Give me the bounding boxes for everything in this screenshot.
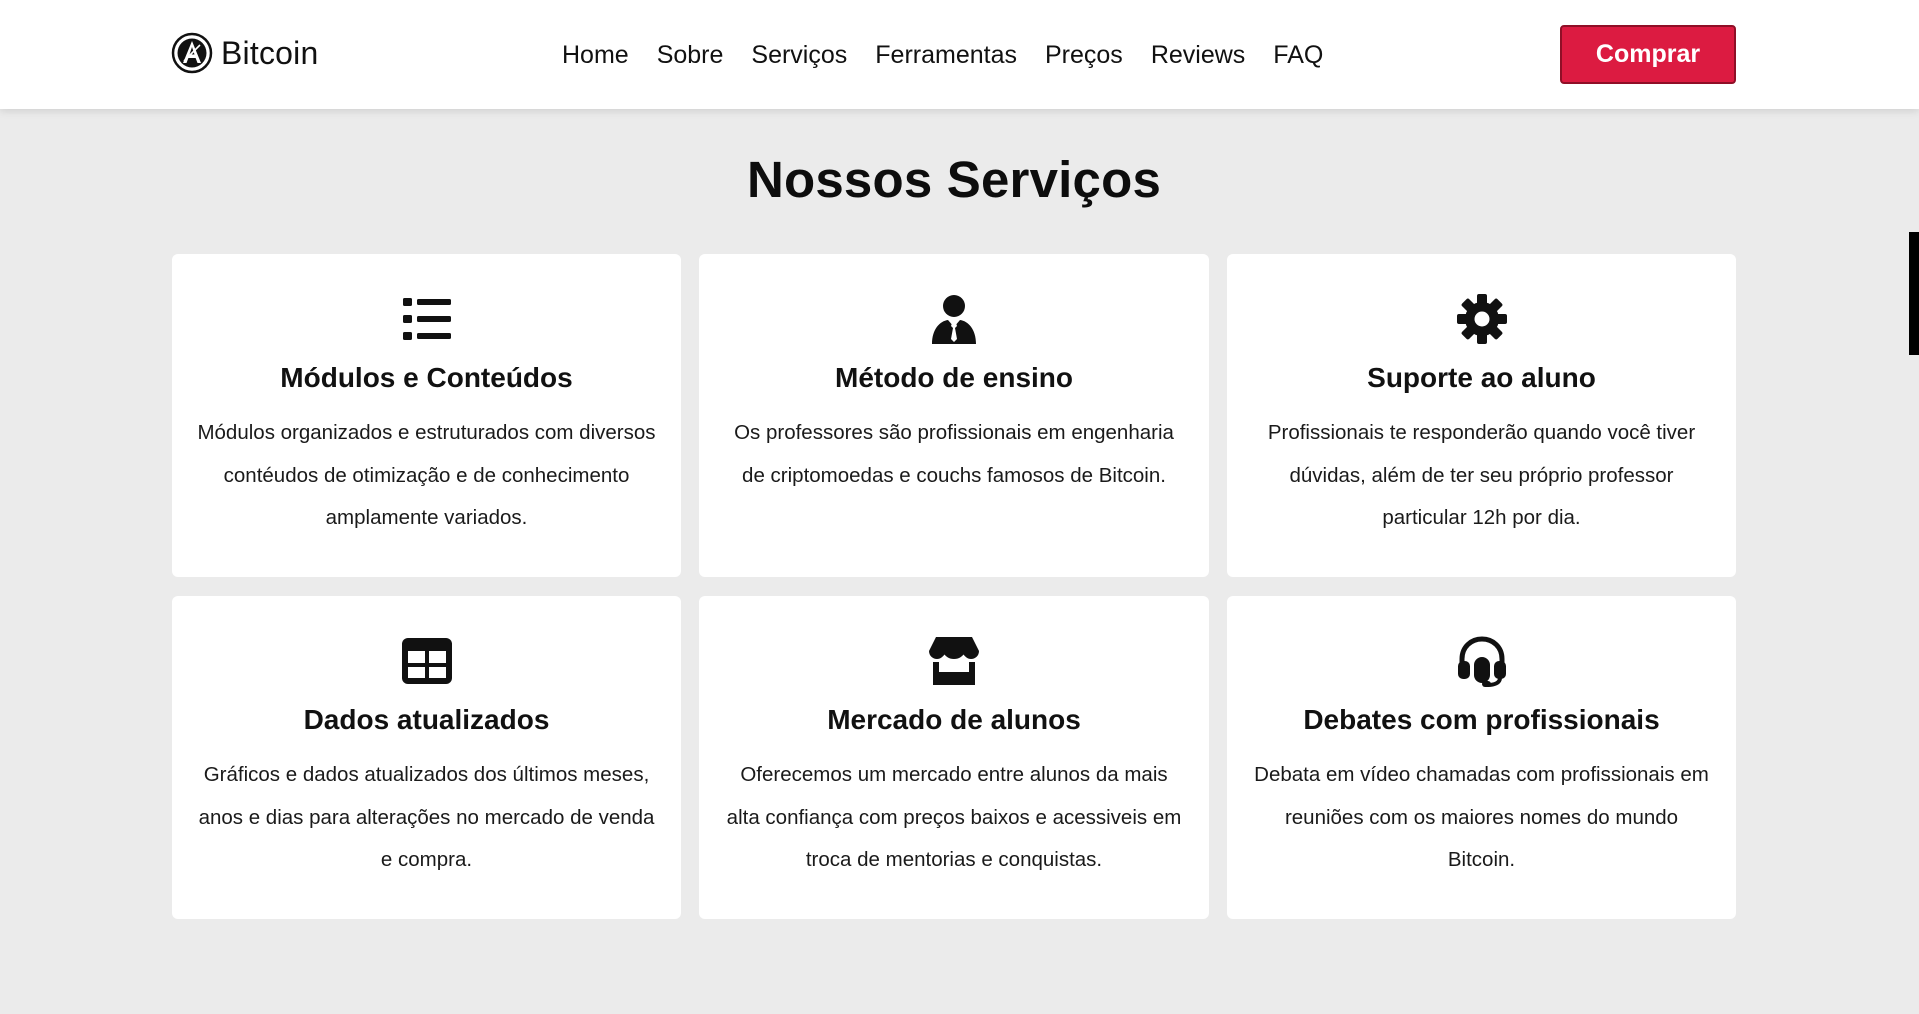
brand-name: Bitcoin (221, 34, 319, 71)
service-card: Dados atualizados Gráficos e dados atual… (172, 596, 681, 919)
service-card-title: Dados atualizados (303, 704, 550, 735)
service-card-text: Profissionais te responderão quando você… (1267, 421, 1696, 529)
store-icon (927, 634, 981, 688)
brand-logo-link[interactable]: Bitcoin (171, 32, 318, 74)
service-card-title: Método de ensino (835, 362, 1073, 393)
nav-link-servicos[interactable]: Serviços (751, 38, 847, 72)
service-card: Mercado de alunos Oferecemos um mercado … (699, 596, 1209, 919)
headset-icon (1455, 634, 1509, 688)
nav-link-ferramentas[interactable]: Ferramentas (875, 38, 1017, 72)
nav-link-home[interactable]: Home (562, 38, 629, 72)
service-card-text: Gráficos e dados atualizados dos últimos… (198, 763, 655, 871)
nav-link-sobre[interactable]: Sobre (657, 38, 724, 72)
service-card-title: Debates com profissionais (1303, 704, 1660, 735)
service-card: Suporte ao aluno Profissionais te respon… (1227, 254, 1736, 577)
main-nav: Home Sobre Serviços Ferramentas Preços R… (562, 38, 1323, 72)
service-card-text: Oferecemos um mercado entre alunos da ma… (726, 763, 1182, 871)
service-card-title: Módulos e Conteúdos (280, 362, 573, 393)
services-grid: Módulos e Conteúdos Módulos organizados … (172, 254, 1736, 919)
nav-link-reviews[interactable]: Reviews (1151, 38, 1245, 72)
list-icon (400, 292, 454, 346)
nav-link-faq[interactable]: FAQ (1273, 38, 1323, 72)
section-title: Nossos Serviços (746, 151, 1162, 208)
service-card-title: Suporte ao aluno (1367, 362, 1596, 393)
user-tie-icon (927, 292, 981, 346)
site-header: Bitcoin Home Sobre Serviços Ferramentas … (0, 0, 1919, 109)
scrollbar-thumb[interactable] (1909, 232, 1919, 355)
service-card-text: Debata em vídeo chamadas com profissiona… (1254, 763, 1709, 871)
service-card-text: Módulos organizados e estruturados com d… (197, 421, 656, 529)
service-card-title: Mercado de alunos (827, 704, 1081, 735)
comprar-button[interactable]: Comprar (1560, 25, 1736, 84)
bitcoin-a-logo-icon (171, 32, 213, 74)
service-card: Debates com profissionais Debata em víde… (1227, 596, 1736, 919)
table-icon (400, 634, 454, 688)
service-card: Módulos e Conteúdos Módulos organizados … (172, 254, 681, 577)
service-card-text: Os professores são profissionais em enge… (734, 421, 1174, 487)
service-card: Método de ensino Os professores são prof… (699, 254, 1209, 577)
gear-icon (1455, 292, 1509, 346)
nav-link-precos[interactable]: Preços (1045, 38, 1123, 72)
